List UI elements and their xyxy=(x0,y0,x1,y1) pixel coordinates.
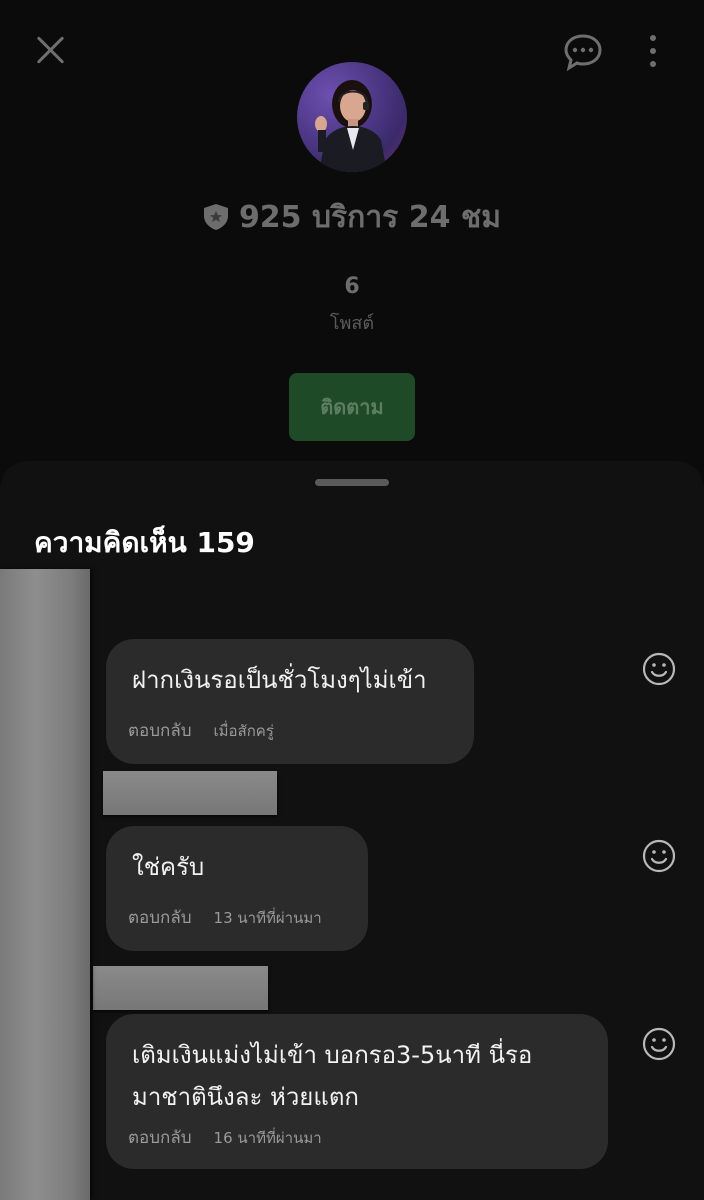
comment-time: 16 นาทีที่ผ่านมา xyxy=(213,1129,322,1147)
chat-bubble-icon[interactable] xyxy=(563,32,603,72)
comment-bubble: เติมเงินแม่งไม่เข้า บอกรอ3-5นาที นี่รอ ม… xyxy=(106,1014,608,1169)
redacted-username xyxy=(103,771,277,815)
redacted-avatars xyxy=(0,569,90,1200)
reply-button[interactable]: ตอบกลับ xyxy=(128,908,192,928)
avatar[interactable] xyxy=(297,62,407,172)
comment-meta: ตอบกลับ 13 นาทีที่ผ่านมา xyxy=(128,904,322,931)
comment-meta: ตอบกลับ เมื่อสักครู่ xyxy=(128,717,274,744)
comment-meta: ตอบกลับ 16 นาทีที่ผ่านมา xyxy=(128,1124,322,1151)
screen: 925 บริการ 24 ชม 6 โพสต์ ติดตาม ความคิดเ… xyxy=(0,0,704,1200)
profile-header: 925 บริการ 24 ชม 6 โพสต์ ติดตาม xyxy=(0,0,704,480)
reply-button[interactable]: ตอบกลับ xyxy=(128,1128,192,1148)
comment-bubble: ฝากเงินรอเป็นชั่วโมงๆไม่เข้า ตอบกลับ เมื่… xyxy=(106,639,474,764)
comment-time: เมื่อสักครู่ xyxy=(213,722,274,740)
reply-button[interactable]: ตอบกลับ xyxy=(128,721,192,741)
comment-bubble: ใช่ครับ ตอบกลับ 13 นาทีที่ผ่านมา xyxy=(106,826,368,951)
more-vertical-icon[interactable] xyxy=(640,30,666,72)
smiley-icon[interactable] xyxy=(642,652,676,686)
comment-time: 13 นาทีที่ผ่านมา xyxy=(213,909,322,927)
sheet-drag-handle[interactable] xyxy=(315,479,389,486)
profile-name: 925 บริการ 24 ชม xyxy=(238,200,502,235)
comment-text: เติมเงินแม่งไม่เข้า บอกรอ3-5นาที นี่รอ ม… xyxy=(132,1034,532,1118)
smiley-icon[interactable] xyxy=(642,1027,676,1061)
comments-title: ความคิดเห็น 159 xyxy=(34,526,255,559)
comment-text: ใช่ครับ xyxy=(132,853,205,881)
profile-name-row: 925 บริการ 24 ชม xyxy=(0,194,704,241)
avatar-portrait xyxy=(315,80,387,172)
follow-button[interactable]: ติดตาม xyxy=(289,373,415,441)
post-count: 6 xyxy=(344,274,360,299)
close-icon[interactable] xyxy=(30,30,70,70)
comment-text: ฝากเงินรอเป็นชั่วโมงๆไม่เข้า xyxy=(132,666,427,694)
shield-star-icon xyxy=(203,204,228,230)
post-count-label: โพสต์ xyxy=(329,313,375,334)
comment-text-line: เติมเงินแม่งไม่เข้า บอกรอ3-5นาที นี่รอ xyxy=(132,1041,533,1069)
smiley-icon[interactable] xyxy=(642,839,676,873)
redacted-username xyxy=(93,966,268,1010)
comment-text-line: มาชาตินึงละ ห่วยแตก xyxy=(132,1083,359,1111)
